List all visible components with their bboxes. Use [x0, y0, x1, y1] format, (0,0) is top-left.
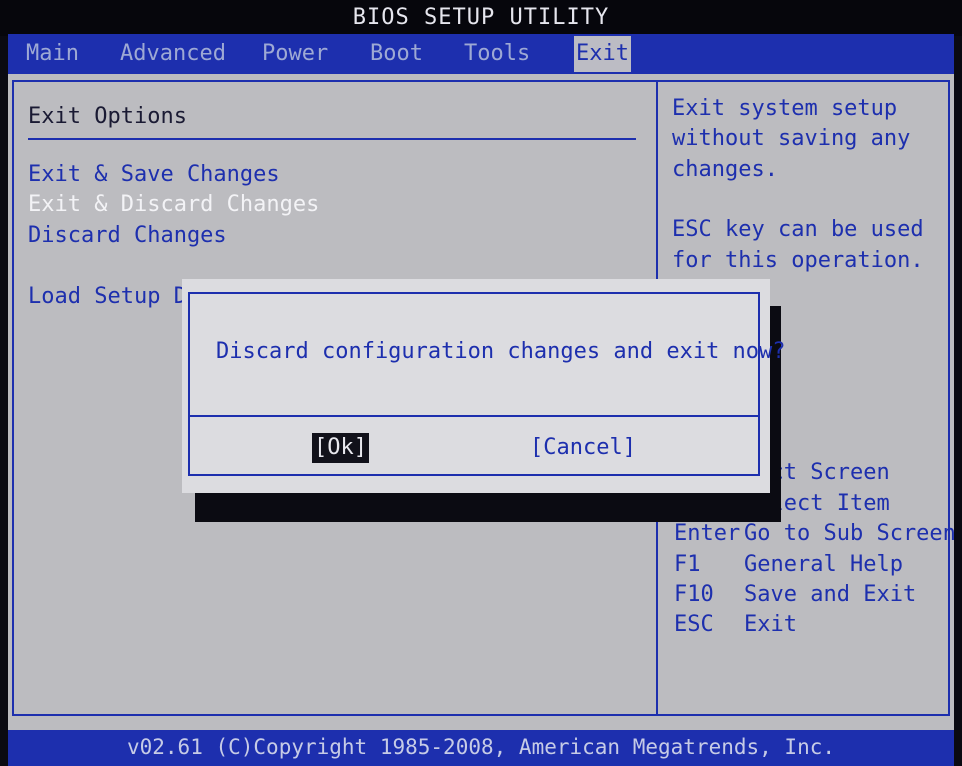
help-description-line: Exit system setup: [672, 96, 898, 121]
help-note-line: for this operation.: [672, 248, 924, 273]
option-discard-changes[interactable]: Discard Changes: [28, 223, 227, 248]
key-label: F10: [674, 582, 714, 607]
menu-boot[interactable]: Boot: [370, 36, 423, 72]
key-action: Exit: [744, 612, 797, 637]
menu-advanced[interactable]: Advanced: [120, 36, 226, 72]
key-label: Enter: [674, 521, 741, 546]
key-label: ESC: [674, 612, 714, 637]
key-label: F1: [674, 552, 701, 577]
option-load-setup-defaults[interactable]: Load Setup De: [28, 284, 200, 309]
confirm-dialog: Discard configuration changes and exit n…: [182, 279, 786, 493]
menu-tools[interactable]: Tools: [464, 36, 530, 72]
copyright-footer: v02.61 (C)Copyright 1985-2008, American …: [8, 730, 954, 766]
help-description-line: changes.: [672, 157, 778, 182]
menu-power[interactable]: Power: [262, 36, 328, 72]
key-hint-esc: ESC Exit: [674, 612, 797, 637]
key-hint-f10: F10 Save and Exit: [674, 582, 916, 607]
cancel-button[interactable]: [Cancel]: [530, 433, 636, 463]
help-description-line: without saving any: [672, 126, 911, 151]
section-divider: [28, 138, 636, 140]
menu-exit[interactable]: Exit: [574, 36, 631, 72]
help-note-line: ESC key can be used: [672, 217, 924, 242]
key-hint-f1: F1 General Help: [674, 552, 903, 577]
dialog-divider: [188, 415, 760, 417]
option-exit-save[interactable]: Exit & Save Changes: [28, 162, 280, 187]
key-action: Go to Sub Screen: [744, 521, 956, 546]
key-action: General Help: [744, 552, 903, 577]
menu-bar: Main Advanced Power Boot Tools Exit: [8, 34, 954, 74]
key-action: Save and Exit: [744, 582, 917, 607]
menu-main[interactable]: Main: [26, 36, 79, 72]
option-exit-discard[interactable]: Exit & Discard Changes: [28, 192, 319, 217]
ok-button[interactable]: [Ok]: [312, 433, 369, 463]
key-hint-enter: Enter Go to Sub Screen: [674, 521, 956, 546]
dialog-frame: [188, 292, 760, 476]
section-title: Exit Options: [28, 104, 187, 129]
dialog-message: Discard configuration changes and exit n…: [216, 339, 786, 364]
bios-title: BIOS SETUP UTILITY: [0, 0, 962, 36]
